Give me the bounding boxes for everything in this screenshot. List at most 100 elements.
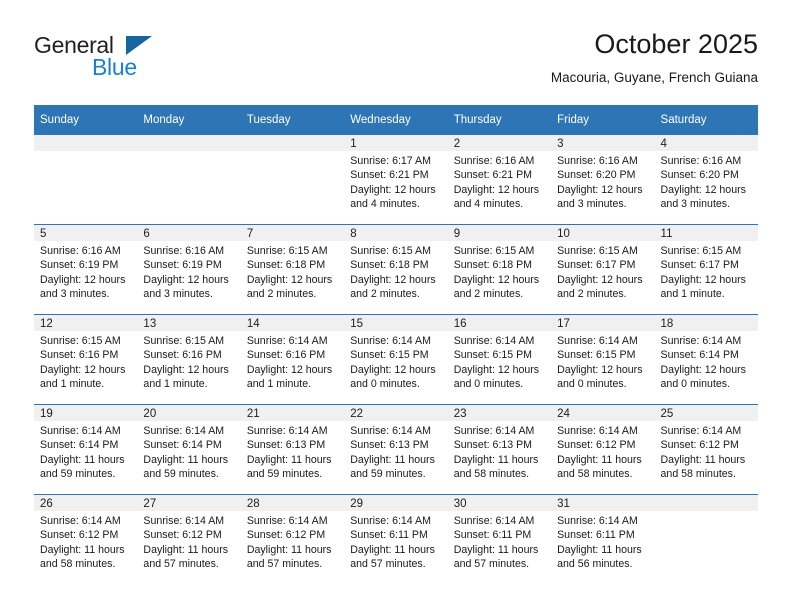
sunset-text: Sunset: 6:14 PM <box>40 439 119 452</box>
sunrise-text: Sunrise: 6:14 AM <box>453 335 535 347</box>
calendar-day-cell[interactable]: 23 Sunrise: 6:14 AM Sunset: 6:13 PM Dayligh… <box>447 404 552 495</box>
daylight-text-line1: Daylight: 11 hours <box>143 543 229 556</box>
day-number: 14 <box>240 315 345 331</box>
sunset-text: Sunset: 6:15 PM <box>453 349 533 362</box>
calendar-day-cell[interactable]: 21 Sunrise: 6:14 AM Sunset: 6:13 PM Dayligh… <box>240 404 345 495</box>
daylight-text-line2: and 58 minutes. <box>40 558 116 571</box>
calendar-day-cell[interactable]: 22 Sunrise: 6:14 AM Sunset: 6:13 PM Dayligh… <box>344 404 448 495</box>
sunset-text: Sunset: 6:14 PM <box>660 349 739 362</box>
calendar-day-cell-empty[interactable] <box>137 134 241 225</box>
calendar-day-cell[interactable]: 11 Sunrise: 6:15 AM Sunset: 6:17 PM Dayligh… <box>654 224 758 315</box>
calendar-week-row: 19 Sunrise: 6:14 AM Sunset: 6:14 PM Dayligh… <box>34 404 758 495</box>
calendar-header-row: Sunday Monday Tuesday Wednesday Thursday… <box>34 105 758 135</box>
sunrise-text: Sunrise: 6:15 AM <box>143 335 225 347</box>
sunset-text: Sunset: 6:12 PM <box>143 529 222 542</box>
sunrise-text: Sunrise: 6:14 AM <box>40 425 121 437</box>
day-number: 18 <box>654 315 758 331</box>
calendar-day-cell[interactable]: 7 Sunrise: 6:15 AM Sunset: 6:18 PM Daylight… <box>240 224 345 315</box>
day-number: 19 <box>34 405 138 421</box>
daylight-text-line1: Daylight: 11 hours <box>246 543 332 556</box>
calendar-day-cell[interactable]: 29 Sunrise: 6:14 AM Sunset: 6:11 PM Dayligh… <box>344 494 448 584</box>
calendar-day-cell[interactable]: 30 Sunrise: 6:14 AM Sunset: 6:11 PM Dayligh… <box>447 494 552 584</box>
logo-secondary-text: Blue <box>92 54 137 80</box>
daylight-text-line1: Daylight: 11 hours <box>143 453 229 466</box>
calendar-day-cell[interactable]: 2 Sunrise: 6:16 AM Sunset: 6:21 PM Daylight… <box>447 134 552 225</box>
daylight-text-line2: and 59 minutes. <box>350 468 426 481</box>
calendar-day-cell[interactable]: 6 Sunrise: 6:16 AM Sunset: 6:19 PM Daylight… <box>137 224 241 315</box>
daylight-text-line1: Daylight: 12 hours <box>350 183 436 196</box>
sunrise-text: Sunrise: 6:15 AM <box>660 245 742 257</box>
daylight-text-line2: and 56 minutes. <box>557 558 633 571</box>
calendar-day-cell[interactable]: 9 Sunrise: 6:15 AM Sunset: 6:18 PM Daylight… <box>447 224 552 315</box>
calendar-day-cell[interactable]: 31 Sunrise: 6:14 AM Sunset: 6:11 PM Dayligh… <box>551 494 655 584</box>
day-details: Sunrise: 6:14 AM Sunset: 6:12 PM Daylight:… <box>551 421 654 482</box>
calendar-day-cell[interactable]: 26 Sunrise: 6:14 AM Sunset: 6:12 PM Dayligh… <box>34 494 138 584</box>
calendar-day-cell[interactable]: 5 Sunrise: 6:16 AM Sunset: 6:19 PM Daylight… <box>34 224 138 315</box>
daylight-text-line1: Daylight: 12 hours <box>246 273 333 286</box>
day-details: Sunrise: 6:14 AM Sunset: 6:11 PM Daylight:… <box>448 511 551 572</box>
calendar-week-row: 1 Sunrise: 6:17 AM Sunset: 6:21 PM Daylight… <box>34 134 758 225</box>
sunset-text: Sunset: 6:15 PM <box>557 349 636 362</box>
daylight-text-line2: and 1 minute. <box>246 378 312 391</box>
day-details: Sunrise: 6:15 AM Sunset: 6:16 PM Daylight:… <box>137 331 240 392</box>
calendar-day-cell[interactable]: 12 Sunrise: 6:15 AM Sunset: 6:16 PM Dayligh… <box>34 314 138 405</box>
daylight-text-line1: Daylight: 12 hours <box>453 273 540 286</box>
daylight-text-line1: Daylight: 11 hours <box>453 543 539 556</box>
weekday-header-tuesday: Tuesday <box>240 105 345 135</box>
calendar-day-cell-empty[interactable] <box>654 494 758 584</box>
weekday-header-sunday: Sunday <box>34 105 138 135</box>
daylight-text-line2: and 58 minutes. <box>453 468 530 481</box>
calendar-day-cell[interactable]: 1 Sunrise: 6:17 AM Sunset: 6:21 PM Daylight… <box>344 134 448 225</box>
calendar-day-cell[interactable]: 16 Sunrise: 6:14 AM Sunset: 6:15 PM Dayligh… <box>447 314 552 405</box>
calendar-day-cell-empty[interactable] <box>34 134 138 225</box>
calendar-day-cell[interactable]: 8 Sunrise: 6:15 AM Sunset: 6:18 PM Daylight… <box>344 224 448 315</box>
calendar-day-cell[interactable]: 27 Sunrise: 6:14 AM Sunset: 6:12 PM Dayligh… <box>137 494 241 584</box>
sunrise-text: Sunrise: 6:14 AM <box>557 515 638 527</box>
sunrise-text: Sunrise: 6:14 AM <box>143 425 225 437</box>
calendar-day-cell[interactable]: 4 Sunrise: 6:16 AM Sunset: 6:20 PM Daylight… <box>654 134 758 225</box>
sunrise-text: Sunrise: 6:14 AM <box>453 425 535 437</box>
calendar-day-cell[interactable]: 25 Sunrise: 6:14 AM Sunset: 6:12 PM Dayligh… <box>654 404 758 495</box>
daylight-text-line2: and 57 minutes. <box>350 558 426 571</box>
calendar-day-cell[interactable]: 28 Sunrise: 6:14 AM Sunset: 6:12 PM Dayligh… <box>240 494 345 584</box>
calendar-day-cell[interactable]: 19 Sunrise: 6:14 AM Sunset: 6:14 PM Dayligh… <box>34 404 138 495</box>
day-number: 13 <box>137 315 241 331</box>
daylight-text-line2: and 2 minutes. <box>557 288 627 301</box>
calendar-day-cell[interactable]: 20 Sunrise: 6:14 AM Sunset: 6:14 PM Dayligh… <box>137 404 241 495</box>
calendar-day-cell[interactable]: 18 Sunrise: 6:14 AM Sunset: 6:14 PM Dayligh… <box>654 314 758 405</box>
calendar-day-cell[interactable]: 17 Sunrise: 6:14 AM Sunset: 6:15 PM Dayligh… <box>551 314 655 405</box>
sunrise-text: Sunrise: 6:14 AM <box>660 425 742 437</box>
calendar-day-cell[interactable]: 13 Sunrise: 6:15 AM Sunset: 6:16 PM Dayligh… <box>137 314 241 405</box>
calendar-day-cell[interactable]: 24 Sunrise: 6:14 AM Sunset: 6:12 PM Dayligh… <box>551 404 655 495</box>
day-details: Sunrise: 6:14 AM Sunset: 6:13 PM Daylight:… <box>241 421 344 482</box>
day-number: 11 <box>654 225 758 241</box>
weekday-header-row: Sunday Monday Tuesday Wednesday Thursday… <box>34 105 758 135</box>
daylight-text-line2: and 0 minutes. <box>453 378 524 391</box>
daylight-text-line2: and 4 minutes. <box>350 198 420 211</box>
daylight-text-line1: Daylight: 12 hours <box>350 363 436 376</box>
calendar-day-cell[interactable]: 3 Sunrise: 6:16 AM Sunset: 6:20 PM Daylight… <box>551 134 655 225</box>
sunrise-text: Sunrise: 6:14 AM <box>246 335 328 347</box>
weekday-header-wednesday: Wednesday <box>344 105 448 135</box>
calendar-day-cell-empty[interactable] <box>240 134 345 225</box>
day-details: Sunrise: 6:15 AM Sunset: 6:17 PM Daylight:… <box>551 241 654 302</box>
sunrise-text: Sunrise: 6:14 AM <box>350 515 431 527</box>
daylight-text-line1: Daylight: 12 hours <box>143 363 229 376</box>
sunrise-text: Sunrise: 6:16 AM <box>143 245 225 257</box>
calendar-day-cell[interactable]: 14 Sunrise: 6:14 AM Sunset: 6:16 PM Dayligh… <box>240 314 345 405</box>
calendar-day-cell[interactable]: 10 Sunrise: 6:15 AM Sunset: 6:17 PM Dayligh… <box>551 224 655 315</box>
daylight-text-line2: and 1 minute. <box>40 378 105 391</box>
sunrise-text: Sunrise: 6:16 AM <box>453 155 535 167</box>
calendar-day-cell[interactable]: 15 Sunrise: 6:14 AM Sunset: 6:15 PM Dayligh… <box>344 314 448 405</box>
sunset-text: Sunset: 6:13 PM <box>453 439 533 452</box>
daylight-text-line2: and 3 minutes. <box>557 198 627 211</box>
sunrise-text: Sunrise: 6:16 AM <box>660 155 742 167</box>
day-details: Sunrise: 6:16 AM Sunset: 6:19 PM Daylight:… <box>34 241 137 302</box>
daylight-text-line1: Daylight: 12 hours <box>40 363 126 376</box>
daylight-text-line2: and 57 minutes. <box>246 558 323 571</box>
daylight-text-line1: Daylight: 11 hours <box>40 543 125 556</box>
day-details: Sunrise: 6:15 AM Sunset: 6:18 PM Daylight:… <box>241 241 344 302</box>
daylight-text-line2: and 2 minutes. <box>453 288 524 301</box>
general-blue-logo: General Blue <box>34 32 234 88</box>
daylight-text-line2: and 2 minutes. <box>246 288 317 301</box>
